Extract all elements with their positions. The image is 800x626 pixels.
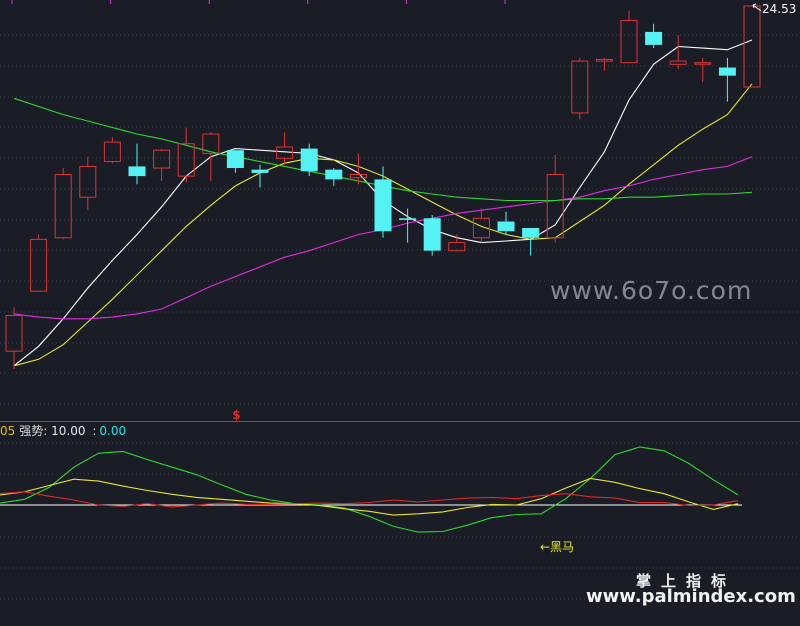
candle-body <box>5 315 23 352</box>
candle-body <box>620 20 638 64</box>
legend-separator: : <box>92 424 97 438</box>
candle-body <box>595 58 613 62</box>
candle-body <box>743 5 761 88</box>
candle-body <box>571 60 589 114</box>
candle-body <box>718 67 736 76</box>
candle-body <box>669 60 687 65</box>
oscillator-line <box>0 477 739 516</box>
annotation-heima: ←黑马 <box>540 540 574 554</box>
brand-url: www.palmindex.com <box>586 586 796 607</box>
candle-body <box>694 62 712 65</box>
high-price-label: 24.53 <box>762 2 796 16</box>
candle-body <box>448 242 466 252</box>
candle-body <box>128 166 146 177</box>
candle-body <box>349 174 367 179</box>
watermark-text: www.6o7o.com <box>550 276 753 305</box>
candle-body <box>325 169 343 180</box>
legend-prefix: 05 <box>0 424 16 438</box>
candle-body <box>251 169 269 173</box>
candle-body <box>497 221 515 232</box>
candle-body <box>522 228 540 238</box>
signal-marker: $ <box>232 408 240 422</box>
chart-canvas: 24.53 $ ←黑马 <box>0 0 800 600</box>
candle-body <box>103 141 121 163</box>
oscillator-line <box>0 446 739 533</box>
candle-body <box>153 149 171 169</box>
candle-body <box>423 218 441 251</box>
legend-value-2: 0.00 <box>99 424 127 438</box>
legend-value-1: 10.00 <box>51 424 86 438</box>
candle-body <box>226 150 244 169</box>
candle-body <box>30 238 48 292</box>
stock-chart: 24.53 $ ←黑马 <box>0 0 800 622</box>
legend-name: 强势: <box>19 424 48 438</box>
indicator-legend: 05 强势: 10.00 :0.00 <box>0 422 126 440</box>
candle-body <box>399 218 417 220</box>
candle-body <box>300 148 318 172</box>
candle-body <box>79 165 97 198</box>
candle-body <box>645 31 663 45</box>
candle-body <box>54 174 72 239</box>
candle-body <box>374 179 392 232</box>
